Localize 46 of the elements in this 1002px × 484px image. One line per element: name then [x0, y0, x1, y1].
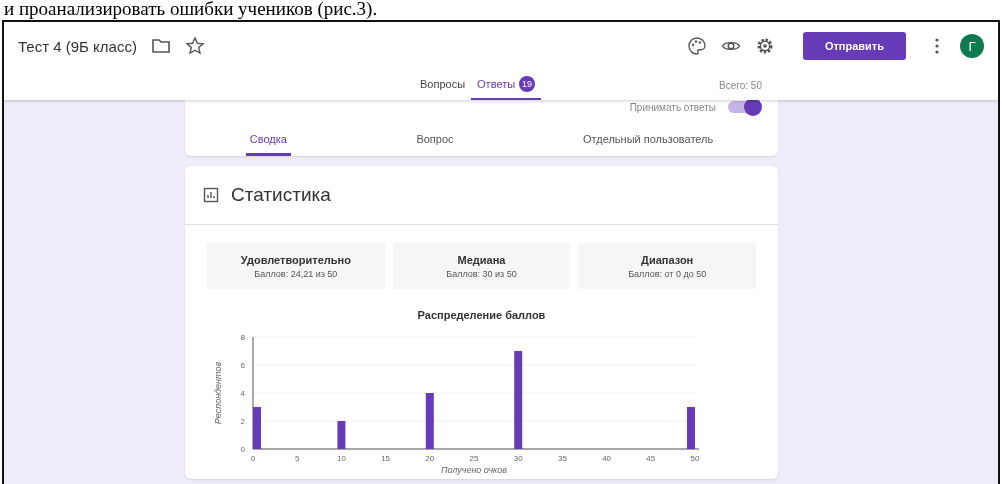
y-tick-label: 0: [240, 445, 245, 454]
stat-title: Медиана: [457, 253, 506, 266]
x-tick-label: 20: [425, 454, 435, 463]
bar: [425, 393, 434, 449]
subtab[interactable]: Вопрос: [412, 124, 458, 156]
x-axis-label: Получено очков: [440, 465, 508, 475]
toggle-label: Принимать ответы: [629, 101, 716, 113]
x-tick-label: 45: [646, 454, 656, 463]
chart-title: Распределение баллов: [416, 309, 547, 321]
folder-icon[interactable]: [150, 36, 171, 56]
more-icon[interactable]: [934, 37, 940, 55]
y-tick-label: 2: [240, 417, 245, 426]
x-tick-label: 15: [381, 454, 391, 463]
document-text: и проанализировать ошибки учеников (рис.3).: [3, 0, 379, 20]
section-title: Статистика: [231, 184, 331, 206]
tab[interactable]: Вопросы: [414, 70, 472, 100]
palette-icon[interactable]: [686, 36, 707, 56]
y-tick-label: 8: [240, 333, 245, 342]
y-tick-label: 6: [240, 361, 245, 370]
x-tick-label: 35: [557, 454, 567, 463]
x-tick-label: 50: [690, 454, 700, 463]
x-tick-label: 30: [513, 454, 523, 463]
y-axis-label: Респондентов: [213, 361, 223, 425]
chart-icon: [203, 187, 219, 203]
x-tick-label: 40: [602, 454, 612, 463]
send-button[interactable]: Отправить: [802, 32, 906, 60]
y-tick-label: 4: [240, 389, 245, 398]
stat-value: Баллов: от 0 до 50: [628, 268, 707, 279]
subtab[interactable]: Сводка: [245, 124, 291, 156]
stat-value: Баллов: 30 из 50: [446, 268, 517, 279]
x-tick-label: 10: [336, 454, 346, 463]
stat-title: Удовлетворительно: [240, 253, 351, 266]
x-tick-label: 5: [294, 454, 300, 463]
subtab[interactable]: Отдельный пользователь: [579, 124, 718, 156]
stat-title: Диапазон: [641, 253, 694, 266]
star-icon[interactable]: [184, 36, 205, 56]
bar: [687, 407, 695, 449]
bar: [337, 421, 346, 449]
count-badge: 19: [519, 76, 536, 92]
bar: [253, 407, 261, 449]
x-tick-label: 0: [250, 454, 256, 463]
avatar[interactable]: Г: [960, 34, 984, 58]
stat-value: Баллов: 24,21 из 50: [254, 268, 338, 279]
x-tick-label: 25: [469, 454, 479, 463]
form-title: Тест 4 (9Б класс): [18, 37, 137, 55]
total-points: Всего: 50: [719, 78, 762, 93]
